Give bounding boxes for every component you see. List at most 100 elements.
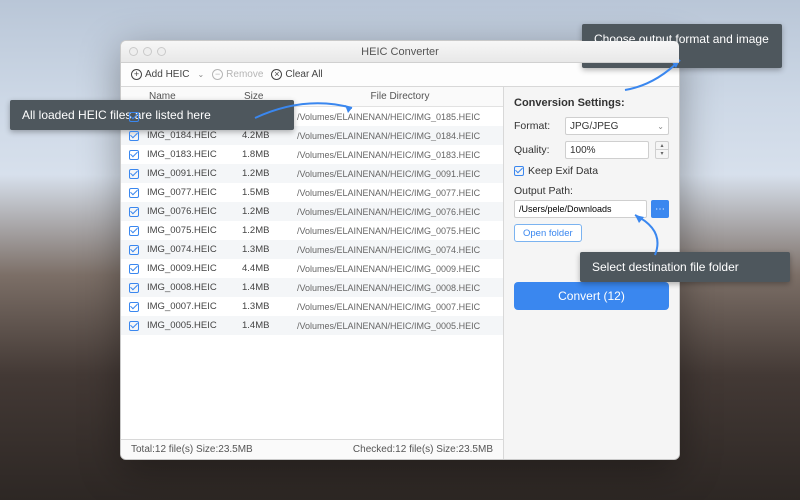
table-row[interactable]: IMG_0091.HEIC1.2MB/Volumes/ELAINENAN/HEI… [121, 164, 503, 183]
file-name: IMG_0075.HEIC [147, 225, 242, 236]
callout-text: All loaded HEIC files are listed here [22, 108, 211, 122]
file-size: 1.2MB [242, 168, 297, 179]
row-checkbox[interactable] [129, 264, 139, 274]
chevron-down-icon: ⌄ [657, 122, 664, 131]
file-size: 1.2MB [242, 206, 297, 217]
file-size: 1.2MB [242, 225, 297, 236]
file-directory: /Volumes/ELAINENAN/HEIC/IMG_0076.HEIC [297, 207, 503, 217]
table-row[interactable]: IMG_0077.HEIC1.5MB/Volumes/ELAINENAN/HEI… [121, 183, 503, 202]
row-checkbox[interactable] [129, 150, 139, 160]
ellipsis-icon: ⋯ [655, 204, 665, 215]
clear-icon: × [271, 69, 282, 80]
file-rows: IMG_0185.HEIC2.6MB/Volumes/ELAINENAN/HEI… [121, 107, 503, 439]
traffic-minimize[interactable] [143, 47, 152, 56]
remove-button[interactable]: − Remove [212, 69, 263, 80]
row-checkbox[interactable] [129, 169, 139, 179]
row-checkbox[interactable] [129, 131, 139, 141]
table-row[interactable]: IMG_0007.HEIC1.3MB/Volumes/ELAINENAN/HEI… [121, 297, 503, 316]
file-size: 1.8MB [242, 149, 297, 160]
output-path-field[interactable] [514, 200, 647, 218]
clear-all-label: Clear All [285, 69, 322, 80]
file-name: IMG_0008.HEIC [147, 282, 242, 293]
file-directory: /Volumes/ELAINENAN/HEIC/IMG_0077.HEIC [297, 188, 503, 198]
statusbar: Total:12 file(s) Size:23.5MB Checked:12 … [121, 439, 503, 459]
open-folder-button[interactable]: Open folder [514, 224, 582, 242]
settings-heading: Conversion Settings: [514, 97, 669, 109]
convert-label: Convert (12) [558, 289, 625, 303]
file-list-panel: Name Size File Directory IMG_0185.HEIC2.… [121, 87, 504, 459]
quality-value: 100% [570, 145, 596, 156]
status-total: Total:12 file(s) Size:23.5MB [131, 444, 253, 455]
status-checked: Checked:12 file(s) Size:23.5MB [353, 444, 493, 455]
row-checkbox[interactable] [129, 207, 139, 217]
format-select[interactable]: JPG/JPEG ⌄ [565, 117, 669, 135]
file-size: 4.4MB [242, 263, 297, 274]
desktop-background: Choose output format and image quality A… [0, 0, 800, 500]
quality-label: Quality: [514, 144, 559, 156]
add-heic-button[interactable]: + Add HEIC [131, 69, 189, 80]
stepper-down-icon: ▾ [656, 150, 668, 158]
row-checkbox[interactable] [129, 321, 139, 331]
file-name: IMG_0184.HEIC [147, 130, 242, 141]
table-row[interactable]: IMG_0008.HEIC1.4MB/Volumes/ELAINENAN/HEI… [121, 278, 503, 297]
file-name: IMG_0074.HEIC [147, 244, 242, 255]
file-size: 1.3MB [242, 244, 297, 255]
keep-exif-label: Keep Exif Data [528, 165, 598, 177]
file-size: 1.5MB [242, 187, 297, 198]
window-title: HEIC Converter [121, 46, 679, 58]
file-name: IMG_0009.HEIC [147, 263, 242, 274]
row-checkbox[interactable] [129, 283, 139, 293]
file-size: 4.2MB [242, 130, 297, 141]
output-path-label: Output Path: [514, 185, 669, 197]
file-directory: /Volumes/ELAINENAN/HEIC/IMG_0074.HEIC [297, 245, 503, 255]
file-name: IMG_0183.HEIC [147, 149, 242, 160]
traffic-close[interactable] [129, 47, 138, 56]
table-row[interactable]: IMG_0183.HEIC1.8MB/Volumes/ELAINENAN/HEI… [121, 145, 503, 164]
keep-exif-checkbox[interactable] [514, 166, 524, 176]
open-folder-label: Open folder [523, 228, 573, 239]
file-directory: /Volumes/ELAINENAN/HEIC/IMG_0091.HEIC [297, 169, 503, 179]
callout-file-list: All loaded HEIC files are listed here [10, 100, 294, 130]
format-label: Format: [514, 120, 559, 132]
table-row[interactable]: IMG_0009.HEIC4.4MB/Volumes/ELAINENAN/HEI… [121, 259, 503, 278]
file-size: 1.4MB [242, 320, 297, 331]
minus-icon: − [212, 69, 223, 80]
file-directory: /Volumes/ELAINENAN/HEIC/IMG_0009.HEIC [297, 264, 503, 274]
convert-button[interactable]: Convert (12) [514, 282, 669, 310]
row-checkbox[interactable] [129, 245, 139, 255]
file-directory: /Volumes/ELAINENAN/HEIC/IMG_0005.HEIC [297, 321, 503, 331]
titlebar[interactable]: HEIC Converter [121, 41, 679, 63]
row-checkbox[interactable] [129, 226, 139, 236]
quality-stepper[interactable]: ▴ ▾ [655, 141, 669, 159]
file-directory: /Volumes/ELAINENAN/HEIC/IMG_0007.HEIC [297, 302, 503, 312]
stepper-up-icon: ▴ [656, 142, 668, 150]
file-directory: /Volumes/ELAINENAN/HEIC/IMG_0185.HEIC [297, 112, 503, 122]
browse-button[interactable]: ⋯ [651, 200, 669, 218]
row-checkbox[interactable] [129, 302, 139, 312]
quality-field[interactable]: 100% [565, 141, 649, 159]
file-directory: /Volumes/ELAINENAN/HEIC/IMG_0183.HEIC [297, 150, 503, 160]
table-row[interactable]: IMG_0076.HEIC1.2MB/Volumes/ELAINENAN/HEI… [121, 202, 503, 221]
row-checkbox[interactable] [129, 112, 139, 122]
remove-label: Remove [226, 69, 263, 80]
file-size: 1.3MB [242, 301, 297, 312]
traffic-zoom[interactable] [157, 47, 166, 56]
file-name: IMG_0077.HEIC [147, 187, 242, 198]
chevron-down-icon[interactable]: ⌄ [197, 70, 204, 79]
col-dir[interactable]: File Directory [297, 87, 503, 106]
file-name: IMG_0091.HEIC [147, 168, 242, 179]
file-name: IMG_0005.HEIC [147, 320, 242, 331]
row-checkbox[interactable] [129, 188, 139, 198]
file-name: IMG_0076.HEIC [147, 206, 242, 217]
format-value: JPG/JPEG [570, 121, 618, 132]
callout-destination: Select destination file folder [580, 252, 790, 282]
plus-icon: + [131, 69, 142, 80]
file-size: 1.4MB [242, 282, 297, 293]
table-row[interactable]: IMG_0074.HEIC1.3MB/Volumes/ELAINENAN/HEI… [121, 240, 503, 259]
table-row[interactable]: IMG_0075.HEIC1.2MB/Volumes/ELAINENAN/HEI… [121, 221, 503, 240]
file-directory: /Volumes/ELAINENAN/HEIC/IMG_0075.HEIC [297, 226, 503, 236]
clear-all-button[interactable]: × Clear All [271, 69, 322, 80]
add-heic-label: Add HEIC [145, 69, 189, 80]
table-row[interactable]: IMG_0005.HEIC1.4MB/Volumes/ELAINENAN/HEI… [121, 316, 503, 335]
file-name: IMG_0007.HEIC [147, 301, 242, 312]
